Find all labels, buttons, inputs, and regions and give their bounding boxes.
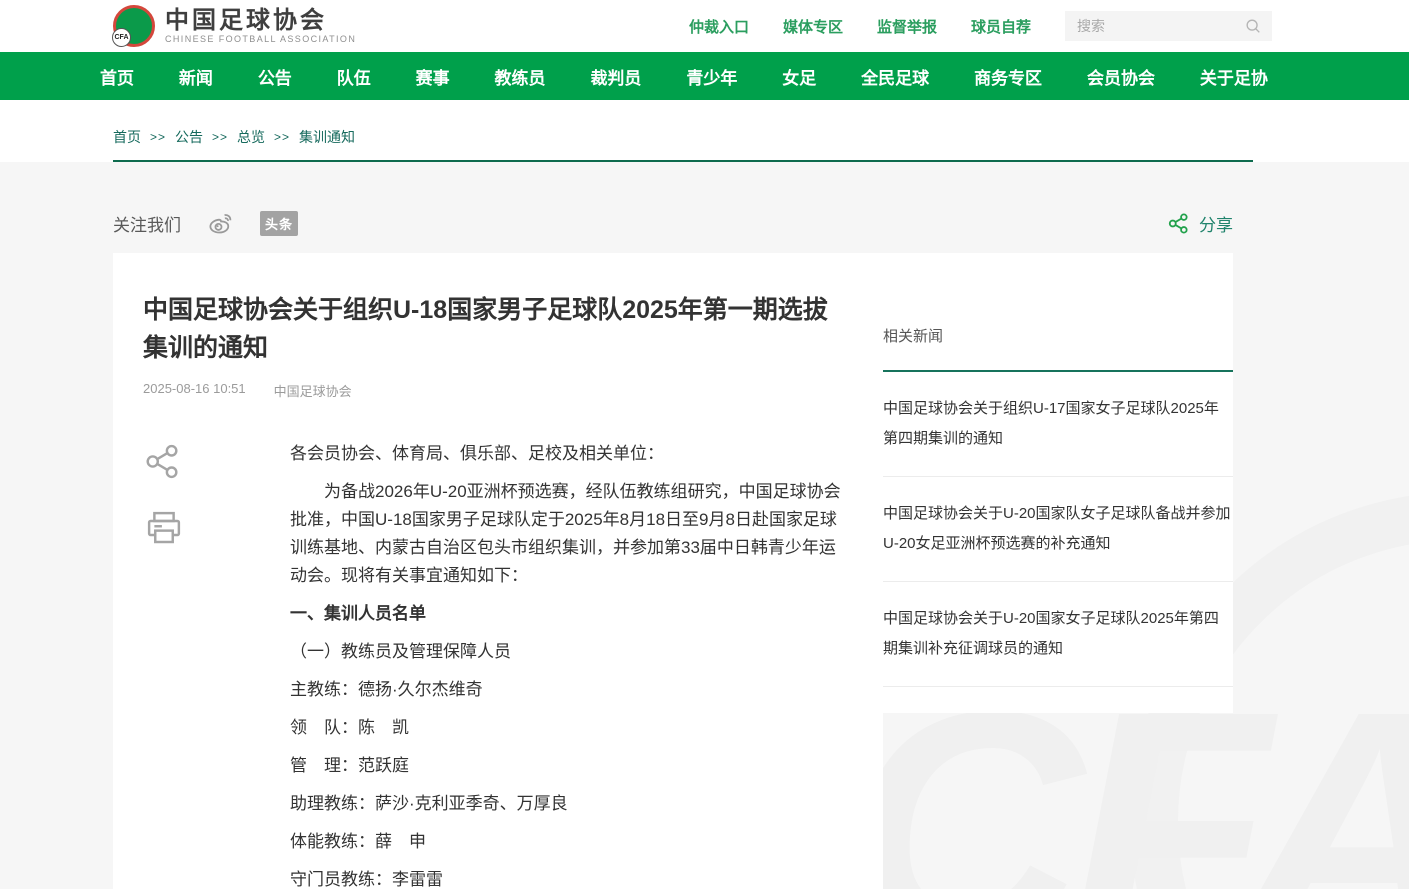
nav-item-referees[interactable]: 裁判员: [590, 64, 641, 89]
nav-item-youth[interactable]: 青少年: [686, 64, 737, 89]
article-tools: [143, 440, 203, 889]
cfa-emblem-ball: CFA: [112, 28, 131, 47]
share-icon: [1167, 212, 1190, 235]
share-button[interactable]: 分享: [1167, 211, 1233, 236]
nav-item-teams[interactable]: 队伍: [337, 64, 371, 89]
nav-item-grassroots[interactable]: 全民足球: [861, 64, 929, 89]
main-navbar: 首页 新闻 公告 队伍 赛事 教练员 裁判员 青少年 女足 全民足球 商务专区 …: [0, 52, 1409, 100]
header-link-media[interactable]: 媒体专区: [783, 16, 843, 37]
article-paragraph: 为备战2026年U-20亚洲杯预选赛，经队伍教练组研究，中国足球协会批准，中国U…: [290, 478, 848, 590]
nav-item-coaches[interactable]: 教练员: [495, 64, 546, 89]
nav-item-announcements[interactable]: 公告: [258, 64, 292, 89]
breadcrumb-separator: >>: [150, 130, 166, 144]
search-box[interactable]: [1065, 11, 1272, 41]
breadcrumb-separator: >>: [274, 130, 290, 144]
share-label: 分享: [1199, 211, 1233, 236]
page-body: CFA 关注我们 头条: [0, 162, 1409, 889]
related-news-item[interactable]: 中国足球协会关于组织U-17国家女子足球队2025年第四期集训的通知: [883, 372, 1233, 477]
article-paragraph: 领 队：陈 凯: [290, 714, 848, 742]
article-paragraph: 管 理：范跃庭: [290, 752, 848, 780]
breadcrumb-overview[interactable]: 总览: [237, 127, 265, 147]
nav-item-womens[interactable]: 女足: [782, 64, 816, 89]
nav-item-home[interactable]: 首页: [100, 64, 134, 89]
article-share-icon[interactable]: [143, 442, 203, 481]
follow-us-label: 关注我们: [113, 211, 181, 236]
logo-subtitle: CHINESE FOOTBALL ASSOCIATION: [165, 34, 356, 44]
breadcrumb-announcements[interactable]: 公告: [175, 127, 203, 147]
weibo-icon[interactable]: [207, 210, 234, 237]
search-input[interactable]: [1075, 17, 1238, 35]
related-news-title: 相关新闻: [883, 325, 1233, 346]
related-news-sidebar: 相关新闻 中国足球协会关于组织U-17国家女子足球队2025年第四期集训的通知 …: [883, 253, 1233, 713]
toutiao-badge[interactable]: 头条: [260, 211, 298, 236]
nav-item-news[interactable]: 新闻: [179, 64, 213, 89]
nav-item-competitions[interactable]: 赛事: [416, 64, 450, 89]
article-paragraph: 守门员教练：李雷雷: [290, 866, 848, 889]
related-news-item[interactable]: 中国足球协会关于U-20国家队女子足球队备战并参加U-20女足亚洲杯预选赛的补充…: [883, 477, 1233, 582]
article-paragraph: （一）教练员及管理保障人员: [290, 638, 848, 666]
related-news-item[interactable]: 中国足球协会关于U-20国家女子足球队2025年第四期集训补充征调球员的通知: [883, 582, 1233, 687]
breadcrumb: 首页 >> 公告 >> 总览 >> 集训通知: [113, 100, 1253, 162]
article-paragraph: 主教练：德扬·久尔杰维奇: [290, 676, 848, 704]
article-section-heading: 一、集训人员名单: [290, 600, 848, 628]
breadcrumb-separator: >>: [212, 130, 228, 144]
nav-item-member-assoc[interactable]: 会员协会: [1087, 64, 1155, 89]
header-link-supervision[interactable]: 监督举报: [877, 16, 937, 37]
article-paragraph: 各会员协会、体育局、俱乐部、足校及相关单位：: [290, 440, 848, 468]
header-link-player[interactable]: 球员自荐: [971, 16, 1031, 37]
article-paragraph: 体能教练：薛 申: [290, 828, 848, 856]
article-title: 中国足球协会关于组织U-18国家男子足球队2025年第一期选拔集训的通知: [143, 291, 848, 367]
follow-share-bar: 关注我们 头条: [113, 162, 1253, 253]
top-header: CFA 中国足球协会 CHINESE FOOTBALL ASSOCIATION …: [0, 0, 1409, 52]
logo-text: 中国足球协会 CHINESE FOOTBALL ASSOCIATION: [165, 8, 356, 44]
print-icon[interactable]: [143, 507, 203, 549]
article-card: 中国足球协会关于组织U-18国家男子足球队2025年第一期选拔集训的通知 202…: [113, 253, 883, 889]
site-logo[interactable]: CFA 中国足球协会 CHINESE FOOTBALL ASSOCIATION: [113, 5, 356, 47]
logo-title: 中国足球协会: [165, 8, 356, 34]
search-icon[interactable]: [1244, 17, 1262, 35]
breadcrumb-current[interactable]: 集训通知: [299, 127, 355, 147]
header-links: 仲裁入口 媒体专区 监督举报 球员自荐: [689, 11, 1272, 41]
breadcrumb-home[interactable]: 首页: [113, 127, 141, 147]
article-meta: 2025-08-16 10:51 中国足球协会: [143, 381, 848, 400]
breadcrumb-strip: 首页 >> 公告 >> 总览 >> 集训通知: [0, 100, 1409, 162]
article-paragraph: 助理教练：萨沙·克利亚季奇、万厚良: [290, 790, 848, 818]
article-body: 各会员协会、体育局、俱乐部、足校及相关单位： 为备战2026年U-20亚洲杯预选…: [203, 440, 848, 889]
article-date: 2025-08-16 10:51: [143, 381, 246, 400]
header-link-arbitration[interactable]: 仲裁入口: [689, 16, 749, 37]
cfa-emblem-icon: CFA: [113, 5, 155, 47]
nav-item-about[interactable]: 关于足协: [1200, 64, 1268, 89]
article-source: 中国足球协会: [274, 381, 352, 400]
nav-item-business[interactable]: 商务专区: [974, 64, 1042, 89]
